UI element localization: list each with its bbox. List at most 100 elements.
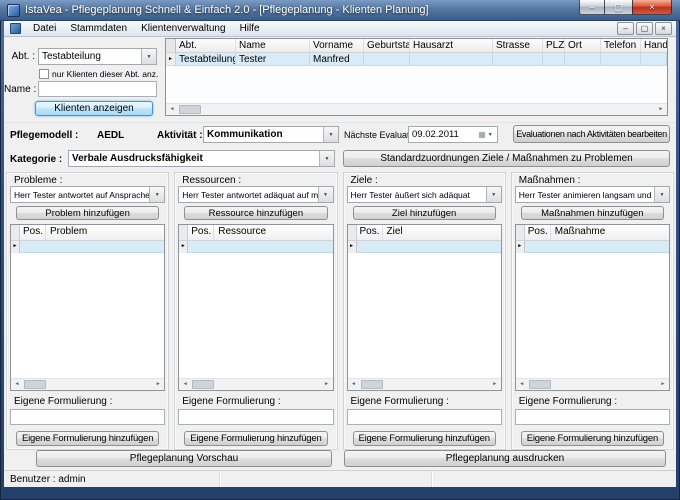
column-header-handy[interactable]: Handy	[641, 39, 667, 52]
minimize-icon: –	[589, 2, 594, 12]
custom-add-button-massnahme[interactable]: Eigene Formulierung hinzufügen	[521, 431, 664, 446]
custom-formulation-input-problem[interactable]	[10, 409, 165, 425]
abt-select[interactable]: Testabteilung ▼	[38, 48, 157, 65]
scrollbar-thumb[interactable]	[179, 105, 201, 114]
only-dept-row: nur Klienten dieser Abt. anz.	[39, 69, 158, 79]
scrollbar-track[interactable]	[178, 104, 655, 115]
custom-add-button-ziel[interactable]: Eigene Formulierung hinzufügen	[353, 431, 496, 446]
menu-stammdaten[interactable]: Stammdaten	[63, 22, 134, 35]
custom-add-button-problem[interactable]: Eigene Formulierung hinzufügen	[16, 431, 159, 446]
show-clients-button[interactable]: Klienten anzeigen	[35, 101, 153, 116]
kategorie-select[interactable]: Verbale Ausdrucksfähigkeit ▼	[68, 150, 335, 167]
ziel-select[interactable]: Herr Tester äußert sich adäquat ▼	[347, 186, 502, 203]
maximize-button[interactable]: ▢	[605, 0, 632, 15]
menu-datei[interactable]: Datei	[26, 22, 63, 35]
scrollbar-thumb[interactable]	[192, 380, 214, 389]
list-horizontal-scrollbar[interactable]: ◄ ►	[179, 378, 332, 390]
date-picker-button[interactable]: ▦▼	[474, 130, 497, 139]
scrollbar-track[interactable]	[528, 379, 657, 390]
problem-select[interactable]: Herr Tester antwortet auf Ansprache nich…	[10, 186, 165, 203]
custom-formulation-input-ziel[interactable]	[347, 409, 502, 425]
add-ressource-button[interactable]: Ressource hinzufügen	[184, 206, 327, 220]
problem-column-header[interactable]: Problem	[46, 225, 164, 240]
list-item[interactable]: ►	[11, 241, 164, 253]
pos-column-header[interactable]: Pos.	[188, 225, 214, 240]
evaluations-button[interactable]: Evaluationen nach Aktivitäten bearbeiten	[513, 125, 670, 143]
custom-add-button-ressource[interactable]: Eigene Formulierung hinzufügen	[184, 431, 327, 446]
scroll-left-icon[interactable]: ◄	[348, 379, 360, 390]
row-marker-icon: ►	[348, 241, 357, 253]
ressource-column-header[interactable]: Ressource	[214, 225, 332, 240]
column-header-ort[interactable]: Ort	[565, 39, 601, 52]
mdi-close-button[interactable]: ×	[655, 22, 672, 35]
ressource-dropdown-button[interactable]: ▼	[318, 187, 333, 202]
list-item[interactable]: ►	[348, 241, 501, 253]
add-massnahme-button[interactable]: Maßnahmen hinzufügen	[521, 206, 664, 220]
massnahme-dropdown-button[interactable]: ▼	[654, 187, 669, 202]
standard-assignments-button[interactable]: Standardzuordnungen Ziele / Maßnahmen zu…	[343, 150, 670, 167]
column-header-strasse[interactable]: Strasse	[493, 39, 543, 52]
scrollbar-track[interactable]	[191, 379, 320, 390]
only-dept-checkbox[interactable]	[39, 69, 49, 79]
aktivitaet-dropdown-button[interactable]: ▼	[323, 127, 338, 142]
mdi-minimize-button[interactable]: –	[617, 22, 634, 35]
pos-column-header[interactable]: Pos.	[357, 225, 383, 240]
scrollbar-track[interactable]	[360, 379, 489, 390]
column-header-abt[interactable]: Abt.	[176, 39, 236, 52]
aktivitaet-select[interactable]: Kommunikation ▼	[203, 126, 339, 143]
scroll-right-icon[interactable]: ►	[655, 104, 667, 115]
cell-plz	[543, 53, 565, 65]
massnahme-select[interactable]: Herr Tester animieren langsam und deutli…	[515, 186, 670, 203]
table-row[interactable]: ► Testabteilung Tester Manfred	[166, 53, 667, 66]
list-item[interactable]: ►	[516, 241, 669, 253]
scroll-right-icon[interactable]: ►	[657, 379, 669, 390]
menu-hilfe[interactable]: Hilfe	[233, 22, 267, 35]
list-horizontal-scrollbar[interactable]: ◄ ►	[348, 378, 501, 390]
mdi-restore-button[interactable]: ▢	[636, 22, 653, 35]
custom-formulation-input-massnahme[interactable]	[515, 409, 670, 425]
app-icon	[7, 4, 20, 17]
cell-name: Tester	[236, 53, 310, 65]
add-problem-button[interactable]: Problem hinzufügen	[16, 206, 159, 220]
scroll-right-icon[interactable]: ►	[321, 379, 333, 390]
scroll-left-icon[interactable]: ◄	[179, 379, 191, 390]
column-header-plz[interactable]: PLZ	[543, 39, 565, 52]
ziel-column-header[interactable]: Ziel	[383, 225, 501, 240]
add-ziel-button[interactable]: Ziel hinzufügen	[353, 206, 496, 220]
column-header-vorname[interactable]: Vorname	[310, 39, 364, 52]
pos-column-header[interactable]: Pos.	[525, 225, 551, 240]
column-header-telefon[interactable]: Telefon	[601, 39, 641, 52]
scroll-right-icon[interactable]: ►	[152, 379, 164, 390]
column-header-geburtstag[interactable]: Geburtstag	[364, 39, 410, 52]
abt-dropdown-button[interactable]: ▼	[141, 49, 156, 64]
aktivitaet-label: Aktivität :	[157, 130, 203, 141]
massnahme-column-header[interactable]: Maßnahme	[551, 225, 669, 240]
scrollbar-thumb[interactable]	[529, 380, 551, 389]
close-button[interactable]: ×	[632, 0, 672, 15]
scrollbar-thumb[interactable]	[24, 380, 46, 389]
pos-column-header[interactable]: Pos.	[20, 225, 46, 240]
name-input[interactable]	[38, 81, 157, 97]
menu-klientenverwaltung[interactable]: Klientenverwaltung	[134, 22, 233, 35]
scroll-left-icon[interactable]: ◄	[11, 379, 23, 390]
column-header-name[interactable]: Name	[236, 39, 310, 52]
custom-formulation-input-ressource[interactable]	[178, 409, 333, 425]
scrollbar-track[interactable]	[23, 379, 152, 390]
kategorie-dropdown-button[interactable]: ▼	[319, 151, 334, 166]
column-header-hausarzt[interactable]: Hausarzt	[410, 39, 493, 52]
problem-dropdown-button[interactable]: ▼	[149, 187, 164, 202]
scroll-left-icon[interactable]: ◄	[516, 379, 528, 390]
table-horizontal-scrollbar[interactable]: ◄ ►	[166, 103, 667, 115]
ressource-select[interactable]: Herr Tester antwortet adäquat auf manch …	[178, 186, 333, 203]
list-horizontal-scrollbar[interactable]: ◄ ►	[11, 378, 164, 390]
minimize-button[interactable]: –	[579, 0, 605, 15]
print-button[interactable]: Pflegeplanung ausdrucken	[344, 450, 666, 467]
scroll-left-icon[interactable]: ◄	[166, 104, 178, 115]
scroll-right-icon[interactable]: ►	[489, 379, 501, 390]
ziel-dropdown-button[interactable]: ▼	[486, 187, 501, 202]
scrollbar-thumb[interactable]	[361, 380, 383, 389]
preview-button[interactable]: Pflegeplanung Vorschau	[36, 450, 332, 467]
list-horizontal-scrollbar[interactable]: ◄ ►	[516, 378, 669, 390]
list-item[interactable]: ►	[179, 241, 332, 253]
evaluation-date-picker[interactable]: 09.02.2011 ▦▼	[408, 126, 498, 143]
